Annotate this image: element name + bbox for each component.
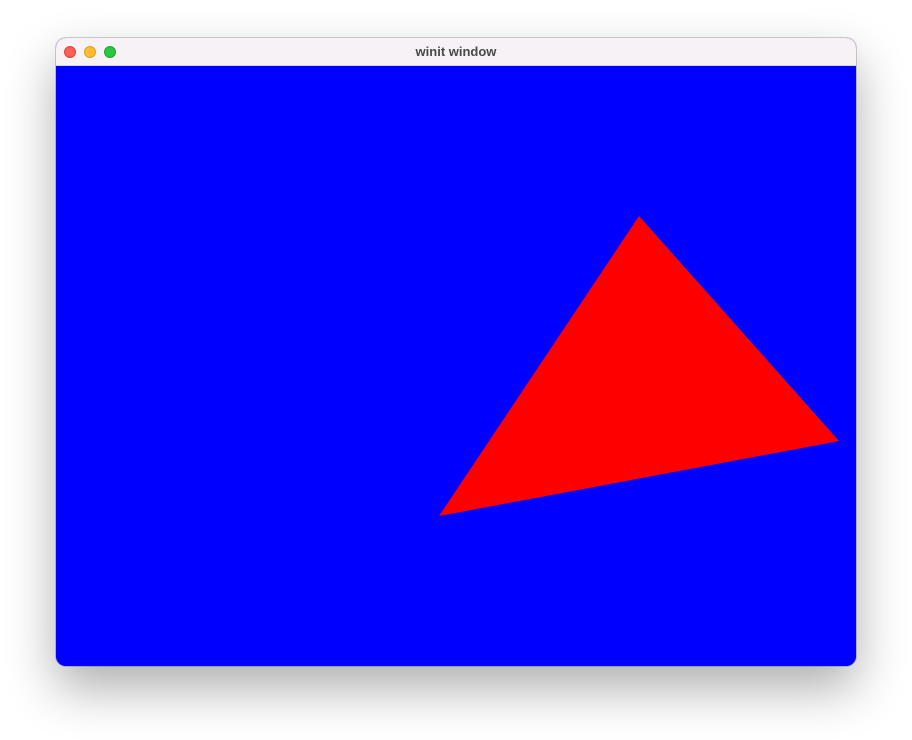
app-window: winit window [56, 38, 856, 666]
title-bar[interactable]: winit window [56, 38, 856, 66]
window-title: winit window [415, 44, 497, 59]
render-surface [56, 66, 856, 666]
render-canvas[interactable] [56, 66, 856, 666]
